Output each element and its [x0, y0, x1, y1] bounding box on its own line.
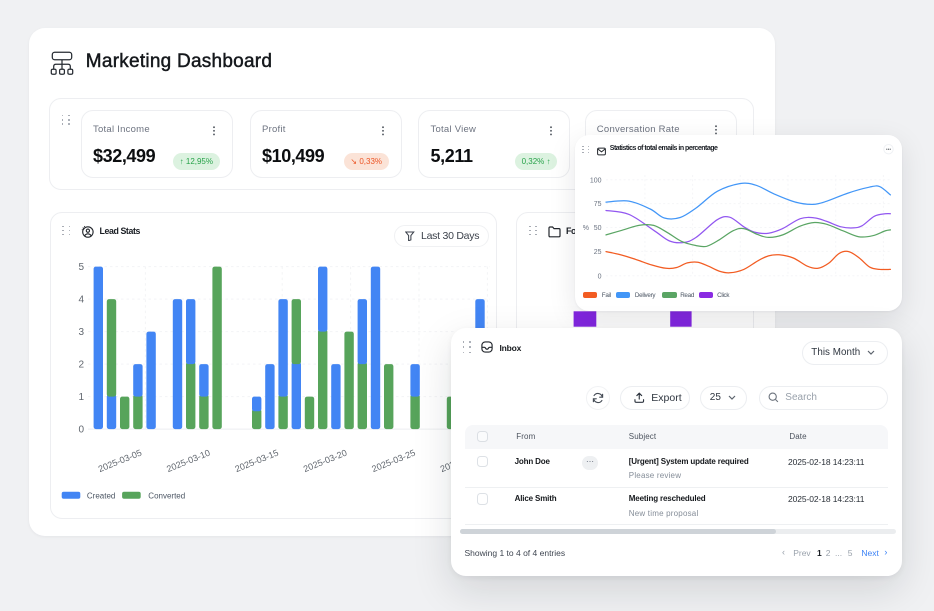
- svg-text:25: 25: [594, 249, 602, 256]
- svg-text:2025-03-25: 2025-03-25: [370, 448, 416, 475]
- svg-text:4: 4: [78, 295, 84, 306]
- svg-text:2: 2: [78, 360, 84, 371]
- svg-text:0: 0: [78, 425, 84, 436]
- svg-text:0: 0: [597, 274, 601, 281]
- svg-text:50: 50: [594, 225, 602, 232]
- svg-text:Created: Created: [87, 492, 115, 501]
- svg-text:2025-03-10: 2025-03-10: [165, 448, 211, 475]
- svg-text:3: 3: [78, 327, 84, 338]
- svg-text:2025-03-15: 2025-03-15: [234, 448, 280, 475]
- svg-text:5: 5: [78, 262, 84, 273]
- svg-text:Converted: Converted: [148, 492, 185, 501]
- svg-text:1: 1: [78, 392, 84, 403]
- svg-text:%: %: [583, 225, 589, 232]
- svg-text:100: 100: [590, 178, 602, 185]
- svg-text:2025-03-05: 2025-03-05: [97, 448, 143, 475]
- svg-text:2025-03-20: 2025-03-20: [302, 448, 348, 475]
- svg-text:75: 75: [594, 201, 602, 208]
